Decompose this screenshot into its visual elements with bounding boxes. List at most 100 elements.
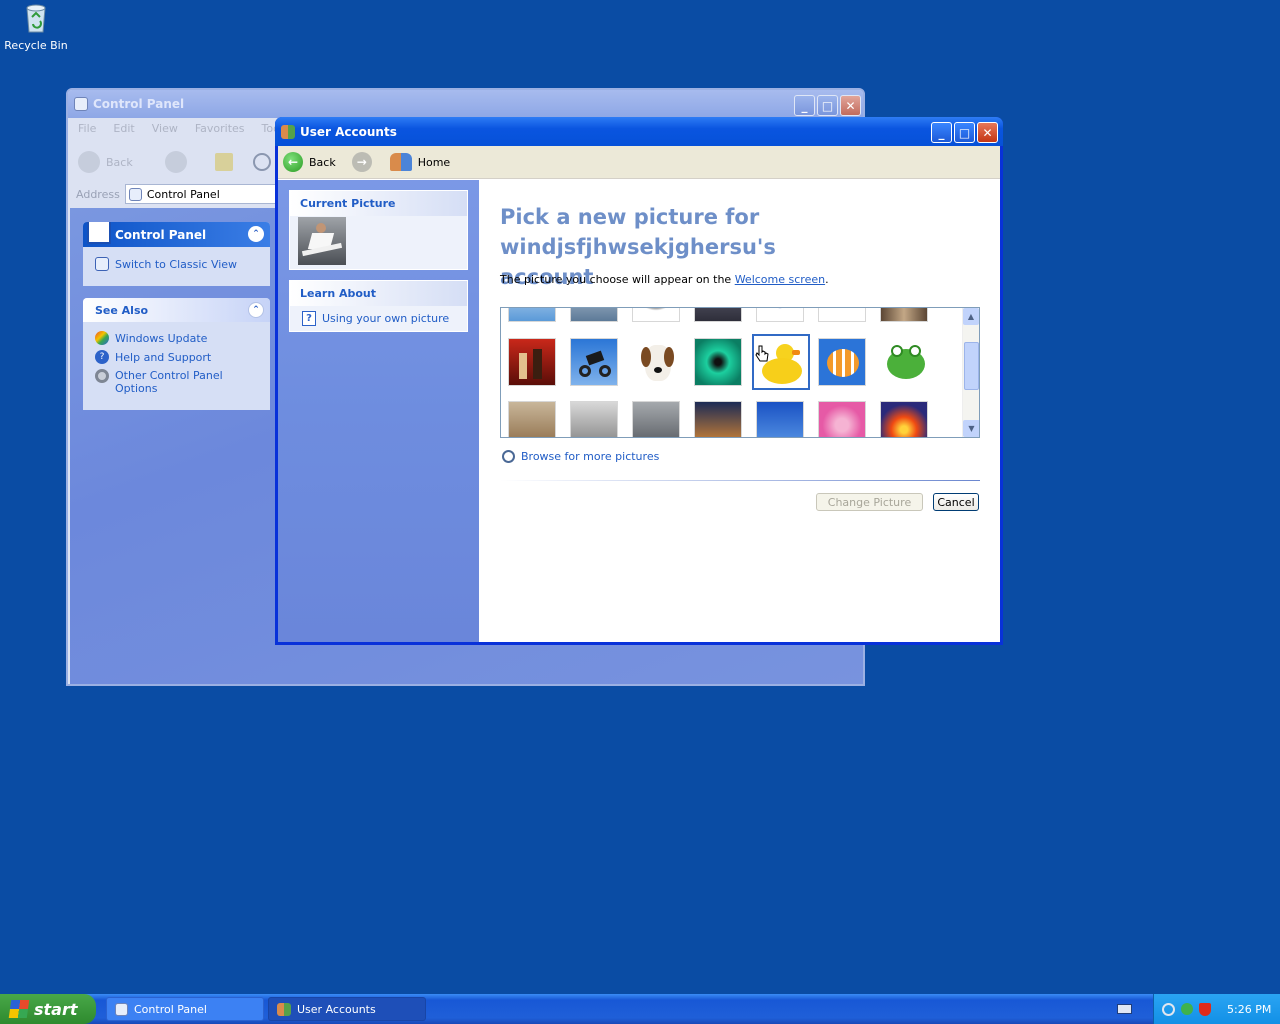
- security-shield-icon[interactable]: [1199, 1002, 1211, 1016]
- picture-fish[interactable]: [818, 338, 866, 386]
- close-button[interactable]: ✕: [840, 95, 861, 116]
- back-arrow-icon[interactable]: ←: [283, 152, 303, 172]
- up-folder-icon[interactable]: [214, 153, 233, 171]
- picture-chess[interactable]: [508, 338, 556, 386]
- picture-orange-flower[interactable]: [880, 401, 928, 437]
- menu-favorites[interactable]: Favorites: [195, 122, 245, 135]
- current-picture-box: Current Picture: [289, 190, 468, 270]
- cancel-button[interactable]: Cancel: [933, 493, 979, 511]
- back-button-label[interactable]: Back: [309, 156, 336, 169]
- address-field[interactable]: Control Panel: [124, 184, 285, 204]
- learn-about-header: Learn About: [290, 281, 467, 306]
- collapse-chevron-icon[interactable]: ⌃: [248, 226, 264, 242]
- address-value: Control Panel: [146, 187, 220, 201]
- scroll-down-arrow-icon[interactable]: ▼: [963, 420, 979, 437]
- picture-dog[interactable]: [632, 338, 680, 386]
- forward-arrow-icon[interactable]: →: [351, 152, 372, 172]
- windows-update-link[interactable]: Windows Update: [83, 322, 270, 345]
- other-control-panel-link[interactable]: Other Control Panel Options: [83, 364, 270, 395]
- taskbar-button-control-panel[interactable]: Control Panel: [106, 997, 264, 1021]
- picture-dots[interactable]: [818, 308, 866, 322]
- minimize-button[interactable]: _: [794, 95, 815, 116]
- control-panel-small-icon: [115, 1002, 128, 1016]
- browse-pictures-link[interactable]: Browse for more pictures: [502, 450, 659, 463]
- picture-list-scrollbar[interactable]: ▲ ▼: [962, 308, 979, 437]
- control-panel-title: Control Panel: [93, 97, 185, 111]
- using-own-picture-label: Using your own picture: [322, 312, 450, 325]
- help-support-link[interactable]: ? Help and Support: [83, 345, 270, 364]
- description-prefix: The picture you choose will appear on th…: [500, 273, 735, 286]
- back-arrow-icon[interactable]: [78, 151, 100, 173]
- picture-list[interactable]: ▲ ▼: [500, 307, 980, 438]
- user-accounts-titlebar[interactable]: User Accounts: [275, 117, 1003, 146]
- picture-airplane[interactable]: [508, 308, 556, 322]
- close-button[interactable]: ✕: [977, 122, 998, 143]
- user-accounts-task-pane: Current Picture Learn About ? Using your…: [278, 180, 479, 642]
- search-icon[interactable]: [252, 153, 271, 171]
- windows-update-icon: [95, 331, 109, 345]
- picture-pink-flower[interactable]: [818, 401, 866, 437]
- picture-karate[interactable]: [632, 401, 680, 437]
- help-support-label: Help and Support: [115, 350, 212, 364]
- clock: 5:26 PM: [1227, 1002, 1272, 1016]
- control-panel-box: Control Panel ⌃ Switch to Classic View: [83, 222, 270, 286]
- control-panel-small-icon: [128, 187, 142, 201]
- recycle-bin-icon: [26, 4, 46, 33]
- recycle-bin-shortcut[interactable]: Recycle Bin: [4, 2, 68, 56]
- recycle-bin-label: Recycle Bin: [4, 39, 68, 52]
- see-also-header[interactable]: See Also ⌃: [83, 298, 270, 322]
- menu-edit[interactable]: Edit: [113, 122, 134, 135]
- switch-classic-view-link[interactable]: Switch to Classic View: [83, 247, 270, 271]
- collapse-chevron-icon[interactable]: ⌃: [248, 302, 264, 318]
- update-icon[interactable]: [1181, 1003, 1193, 1015]
- taskbar-label-control-panel: Control Panel: [134, 1002, 207, 1016]
- page-heading-line1: Pick a new picture for windjsfjhwsekjghe…: [500, 205, 776, 259]
- welcome-screen-link[interactable]: Welcome screen: [735, 273, 825, 286]
- minimize-button[interactable]: _: [931, 122, 952, 143]
- description-text: The picture you choose will appear on th…: [500, 273, 829, 286]
- other-control-panel-label: Other Control Panel: [115, 369, 223, 382]
- control-panel-box-icon: [87, 222, 111, 244]
- address-label: Address: [76, 187, 120, 201]
- learn-about-box: Learn About ? Using your own picture: [289, 280, 468, 332]
- forward-arrow-icon[interactable]: [164, 151, 187, 173]
- picture-dirt-bike[interactable]: [570, 338, 618, 386]
- see-also-box: See Also ⌃ Windows Update ? Help and Sup…: [83, 298, 270, 410]
- windows-logo-icon: [8, 1000, 30, 1018]
- using-own-picture-link[interactable]: ? Using your own picture: [290, 306, 467, 326]
- home-button-label[interactable]: Home: [418, 156, 450, 169]
- maximize-button[interactable]: □: [817, 95, 838, 116]
- control-panel-titlebar[interactable]: Control Panel: [68, 90, 863, 118]
- picture-frog[interactable]: [880, 338, 928, 386]
- back-button-label[interactable]: Back: [106, 156, 133, 169]
- picture-aqua-wave[interactable]: [694, 338, 742, 386]
- picture-butterfly[interactable]: [756, 308, 804, 322]
- keyboard-icon[interactable]: [1117, 1004, 1132, 1014]
- picture-palm-trees[interactable]: [756, 401, 804, 437]
- start-button[interactable]: start: [0, 994, 96, 1024]
- description-suffix: .: [825, 273, 829, 286]
- picture-space-shuttle[interactable]: [694, 401, 742, 437]
- maximize-button[interactable]: □: [954, 122, 975, 143]
- taskbar-label-user-accounts: User Accounts: [297, 1002, 376, 1016]
- scroll-thumb[interactable]: [964, 342, 979, 390]
- hand-cursor-icon: [755, 345, 769, 362]
- network-icon[interactable]: [1162, 1002, 1175, 1016]
- user-accounts-body: ← Back → Home Current Picture Learn Abou…: [278, 146, 1000, 642]
- see-also-title: See Also: [95, 303, 149, 317]
- gear-icon: [95, 369, 109, 383]
- control-panel-box-header[interactable]: Control Panel ⌃: [83, 222, 270, 247]
- taskbar-button-user-accounts[interactable]: User Accounts: [268, 997, 426, 1021]
- help-icon: ?: [95, 350, 109, 364]
- picture-cat[interactable]: [880, 308, 928, 322]
- picture-soccer-ball[interactable]: [632, 308, 680, 322]
- picture-skier[interactable]: [570, 308, 618, 322]
- picture-guitar[interactable]: [508, 401, 556, 437]
- menu-view[interactable]: View: [152, 122, 178, 135]
- picture-drum[interactable]: [694, 308, 742, 322]
- menu-file[interactable]: File: [78, 122, 96, 135]
- picture-horses[interactable]: [570, 401, 618, 437]
- home-users-icon[interactable]: [389, 153, 412, 171]
- change-picture-button[interactable]: Change Picture: [816, 493, 923, 511]
- scroll-up-arrow-icon[interactable]: ▲: [963, 308, 979, 325]
